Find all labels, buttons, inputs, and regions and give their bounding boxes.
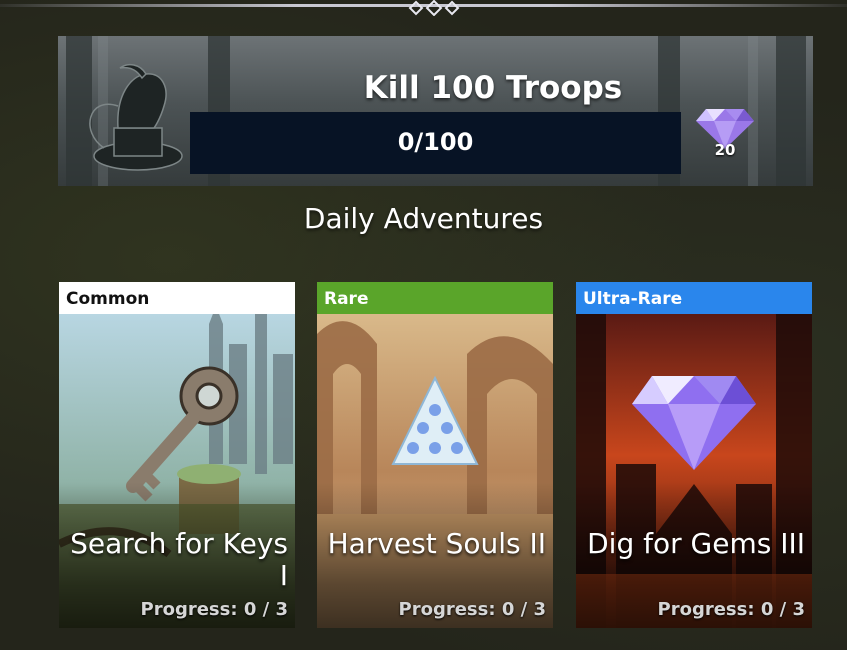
- section-title: Daily Adventures: [303, 202, 544, 235]
- quest-title: Kill 100 Troops: [363, 70, 623, 106]
- card-progress: Progress: 0 / 3: [140, 599, 288, 620]
- card-progress: Progress: 0 / 3: [657, 599, 805, 620]
- quest-progress-bar: 0/100: [190, 112, 681, 174]
- adventure-card-dig-for-gems[interactable]: Ultra-Rare Dig for Gems III Progress: 0 …: [576, 282, 812, 628]
- rarity-badge: Common: [59, 282, 295, 314]
- reward-count: 20: [714, 141, 736, 159]
- adventure-card-harvest-souls[interactable]: Rare Harvest Souls II Progress: 0 / 3: [317, 282, 553, 628]
- card-title: Harvest Souls II: [327, 527, 546, 560]
- rarity-label: Rare: [324, 289, 369, 309]
- card-progress: Progress: 0 / 3: [398, 599, 546, 620]
- adventure-card-search-for-keys[interactable]: Common Search for Keys I Progress: 0 / 3: [59, 282, 295, 628]
- quest-reward: 20: [694, 101, 756, 163]
- card-title: Search for Keys I: [70, 527, 288, 592]
- rarity-label: Ultra-Rare: [583, 289, 683, 309]
- rarity-badge: Rare: [317, 282, 553, 314]
- rarity-badge: Ultra-Rare: [576, 282, 812, 314]
- quest-banner[interactable]: Kill 100 Troops 0/100 20: [58, 36, 813, 186]
- quest-progress-text: 0/100: [397, 128, 474, 156]
- card-title: Dig for Gems III: [587, 527, 805, 560]
- rarity-label: Common: [66, 289, 150, 309]
- diamond-ornament-icon: [408, 0, 460, 16]
